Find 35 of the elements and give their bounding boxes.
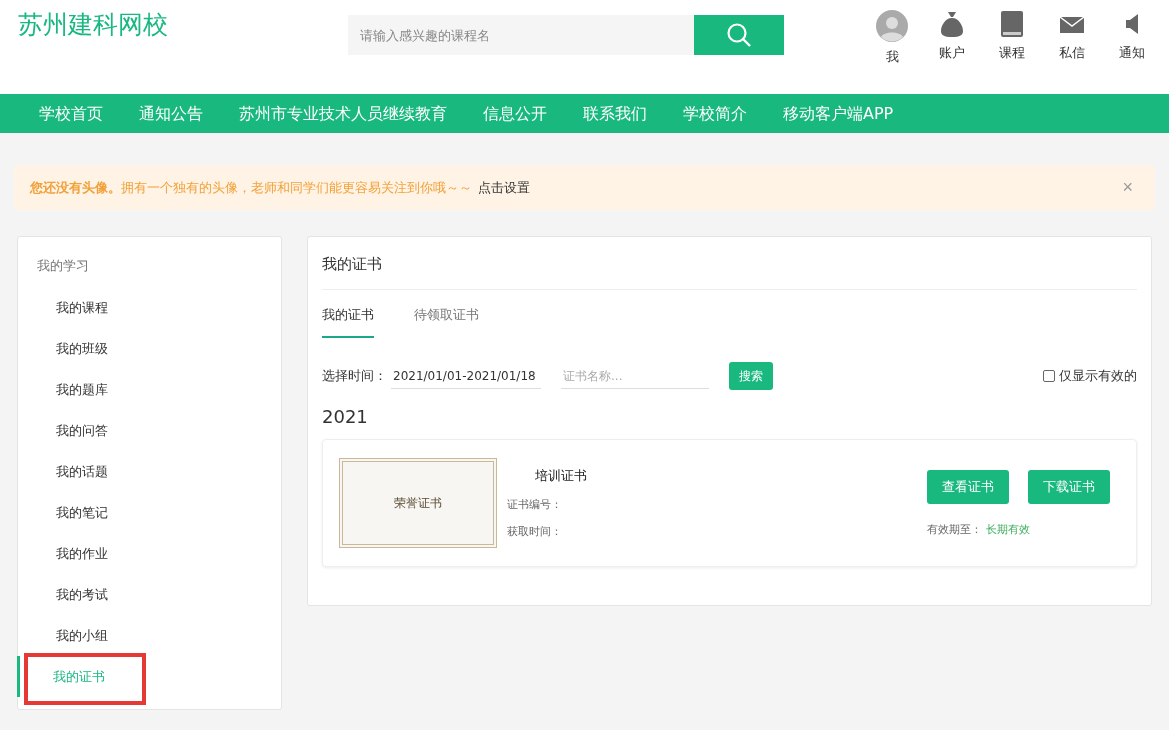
sidebar-item[interactable]: 我的作业 bbox=[17, 533, 281, 574]
search-icon bbox=[726, 22, 752, 48]
notice-text: 您还没有头像。拥有一个独有的头像，老师和同学们能更容易关注到你哦～～ bbox=[30, 178, 472, 197]
year-heading: 2021 bbox=[322, 406, 369, 427]
search-field[interactable]: 请输入感兴趣的课程名 bbox=[348, 15, 694, 55]
sidebar-item[interactable]: 我的笔记 bbox=[17, 492, 281, 533]
valid-only-checkbox[interactable]: 仅显示有效的 bbox=[1043, 367, 1137, 385]
validity-label: 有效期至： bbox=[927, 521, 982, 537]
header-action-button[interactable]: 私信 bbox=[1049, 10, 1095, 66]
header-action-button[interactable]: 课程 bbox=[989, 10, 1035, 66]
tab[interactable]: 我的证书 bbox=[322, 302, 374, 338]
obtained-time-label: 获取时间： bbox=[507, 524, 563, 539]
validity-value: 长期有效 bbox=[986, 521, 1030, 537]
search-button[interactable] bbox=[694, 15, 784, 55]
sidebar-item[interactable]: 我的问答 bbox=[17, 410, 281, 451]
sidebar-title: 我的学习 bbox=[36, 257, 90, 275]
set-avatar-link[interactable]: 点击设置 bbox=[478, 178, 530, 197]
certificate-number-label: 证书编号： bbox=[507, 497, 563, 512]
header-action-button[interactable]: 账户 bbox=[929, 10, 975, 66]
time-label: 选择时间： bbox=[322, 367, 387, 385]
panel-title: 我的证书 bbox=[322, 237, 1137, 290]
sidebar-item[interactable]: 我的课程 bbox=[17, 287, 281, 328]
header-action-button[interactable]: 我 bbox=[869, 10, 915, 66]
sidebar-item[interactable]: 我的考试 bbox=[17, 574, 281, 615]
sidebar-item[interactable]: 我的班级 bbox=[17, 328, 281, 369]
certificate-name: 培训证书 bbox=[535, 467, 587, 485]
book-icon bbox=[1000, 10, 1024, 38]
header-action-button[interactable]: 通知 bbox=[1109, 10, 1155, 66]
tab[interactable]: 待领取证书 bbox=[414, 302, 479, 338]
money-bag-icon bbox=[940, 10, 964, 38]
certificate-image-title: 荣誉证书 bbox=[394, 494, 442, 512]
sidebar-item[interactable]: 我的小组 bbox=[17, 615, 281, 656]
sidebar-item[interactable]: 我的话题 bbox=[17, 451, 281, 492]
sidebar-item[interactable]: 我的题库 bbox=[17, 369, 281, 410]
avatar-icon bbox=[876, 10, 908, 42]
